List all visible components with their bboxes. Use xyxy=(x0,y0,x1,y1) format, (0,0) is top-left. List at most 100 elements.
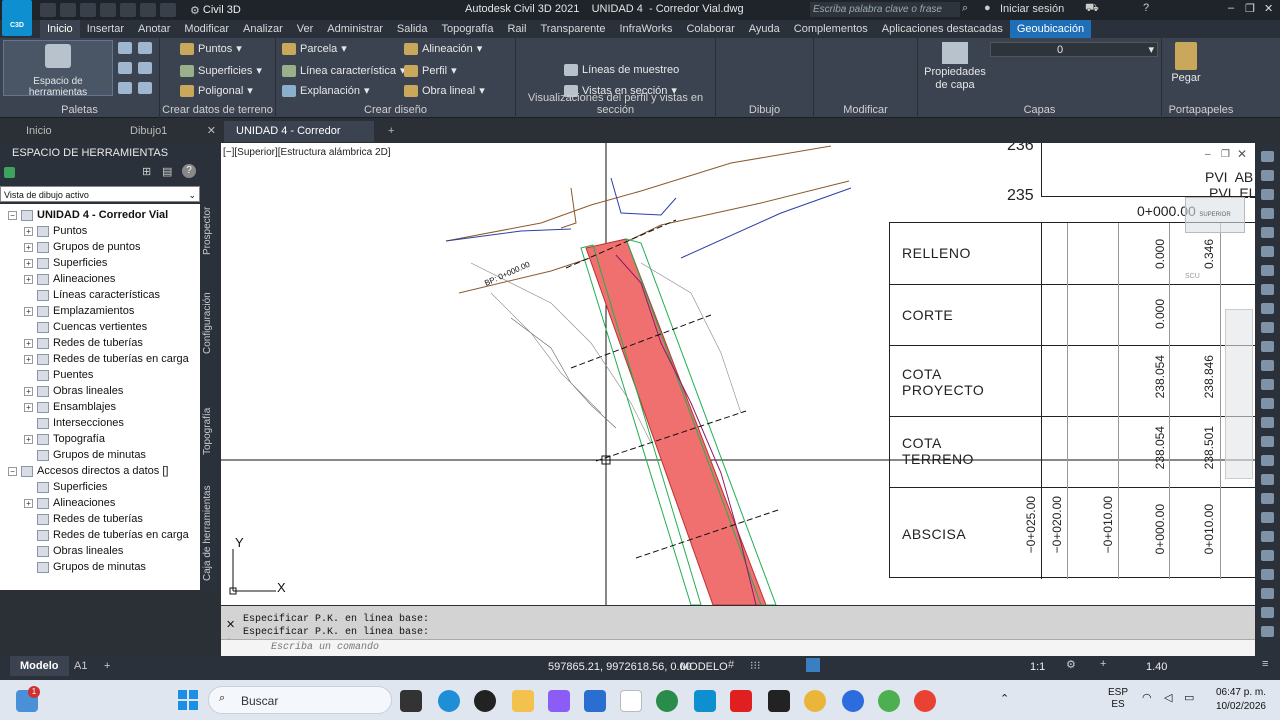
explorer-icon[interactable] xyxy=(512,690,534,712)
ribbon-tab[interactable]: Ver xyxy=(290,20,321,38)
ribbon-tab[interactable]: Topografía xyxy=(435,20,501,38)
tool-strip-icon[interactable] xyxy=(1261,208,1274,219)
tray-chevron-icon[interactable]: ⌃ xyxy=(1000,692,1009,705)
snap-icon[interactable]: ⁝⁝⁝ xyxy=(750,659,761,672)
tool-strip-icon[interactable] xyxy=(1261,284,1274,295)
ribbon-tab[interactable]: Geoubicación xyxy=(1009,20,1092,38)
tool-strip-icon[interactable] xyxy=(1261,303,1274,314)
tool-strip-icon[interactable] xyxy=(1261,531,1274,542)
palette-icon-4[interactable] xyxy=(138,62,152,74)
ribbon-tab[interactable]: Colaborar xyxy=(679,20,741,38)
ribbon-tab[interactable]: Analizar xyxy=(236,20,290,38)
add-layout-button[interactable]: + xyxy=(104,656,110,676)
clock[interactable]: 06:47 p. m. 10/02/2026 xyxy=(1210,686,1266,714)
hierarchy-icon[interactable]: ⊞ xyxy=(142,165,151,178)
panel-title-paletas[interactable]: Paletas xyxy=(0,104,159,116)
tree-node[interactable]: + Puntos xyxy=(0,223,200,239)
wcs-label[interactable]: SCU xyxy=(1185,273,1200,280)
tool-strip-icon[interactable] xyxy=(1261,151,1274,162)
start-icon[interactable] xyxy=(178,690,198,710)
grid-icon[interactable]: # xyxy=(728,659,734,671)
panel-icon[interactable]: ▤ xyxy=(162,165,172,178)
tree-node[interactable]: Intersecciones xyxy=(0,415,200,431)
app-logo[interactable]: C3D xyxy=(2,0,32,36)
scale-label[interactable]: 1:1 xyxy=(1030,661,1045,673)
battery-icon[interactable]: ▭ xyxy=(1184,691,1194,704)
close-tab-icon[interactable]: ✕ xyxy=(207,121,216,142)
explanacion-button[interactable]: Explanación ▾ xyxy=(282,84,369,97)
tree-node[interactable]: Redes de tuberías en carga xyxy=(0,527,200,543)
doc-tab-inicio[interactable]: Inicio xyxy=(0,121,100,142)
tree-node[interactable]: + Obras lineales xyxy=(0,383,200,399)
side-tab[interactable]: Caja de herramientas xyxy=(202,478,218,588)
ribbon-tab[interactable]: Transparente xyxy=(533,20,612,38)
side-tab[interactable]: Configuración xyxy=(202,278,218,368)
chrome-icon[interactable] xyxy=(804,690,826,712)
app-f-icon[interactable] xyxy=(768,690,790,712)
tool-strip-icon[interactable] xyxy=(1261,265,1274,276)
chrome-icon-3[interactable] xyxy=(914,690,936,712)
tab-modelo[interactable]: Modelo xyxy=(10,656,69,676)
expand-toggle-icon[interactable]: + xyxy=(24,306,33,316)
tool-strip-icon[interactable] xyxy=(1261,227,1274,238)
zoom-icon[interactable] xyxy=(842,690,864,712)
palette-green-icon[interactable] xyxy=(4,167,15,178)
tree-node[interactable]: Obras lineales xyxy=(0,543,200,559)
new-icon[interactable] xyxy=(40,3,56,17)
palette-icon-1[interactable] xyxy=(118,42,132,54)
tool-strip-icon[interactable] xyxy=(1261,474,1274,485)
expand-toggle-icon[interactable]: + xyxy=(24,258,33,268)
tool-strip-icon[interactable] xyxy=(1261,341,1274,352)
open-icon[interactable] xyxy=(60,3,76,17)
store-icon[interactable] xyxy=(584,690,606,712)
civil3d-icon[interactable] xyxy=(694,690,716,712)
panel-title-crear-datos[interactable]: Crear datos de terreno xyxy=(160,104,275,116)
new-tab-button[interactable]: + xyxy=(376,121,406,142)
tool-strip-icon[interactable] xyxy=(1261,436,1274,447)
help-icon[interactable]: ? xyxy=(1143,2,1149,14)
tree-node[interactable]: Líneas características xyxy=(0,287,200,303)
tree-node[interactable]: + Alineaciones xyxy=(0,495,200,511)
tool-strip-icon[interactable] xyxy=(1261,322,1274,333)
tool-strip-icon[interactable] xyxy=(1261,398,1274,409)
minimize-button[interactable]: – xyxy=(1228,2,1234,14)
tool-strip-icon[interactable] xyxy=(1261,588,1274,599)
viewport-restore-button[interactable]: ❐ xyxy=(1221,149,1230,160)
tree-node[interactable]: − Accesos directos a datos [] xyxy=(0,463,200,479)
side-tab[interactable]: Topografía xyxy=(202,386,218,476)
tool-strip-icon[interactable] xyxy=(1261,379,1274,390)
tool-strip-icon[interactable] xyxy=(1261,455,1274,466)
palette-icon-3[interactable] xyxy=(118,62,132,74)
expand-toggle-icon[interactable]: + xyxy=(24,242,33,252)
tree-node[interactable]: Puentes xyxy=(0,367,200,383)
lineas-muestreo-button[interactable]: Líneas de muestreo xyxy=(564,64,679,76)
search-input[interactable]: Escriba palabra clave o frase xyxy=(810,2,960,17)
puntos-button[interactable]: Puntos ▾ xyxy=(180,42,242,55)
tree-node[interactable]: + Grupos de puntos xyxy=(0,239,200,255)
poligonal-button[interactable]: Poligonal ▾ xyxy=(180,84,253,97)
expand-toggle-icon[interactable]: + xyxy=(24,338,33,348)
restore-button[interactable]: ❐ xyxy=(1245,2,1255,15)
taskbar-search[interactable]: ⌕ Buscar xyxy=(208,686,392,714)
ortho-icon[interactable] xyxy=(806,658,820,672)
youtube-icon[interactable] xyxy=(730,690,752,712)
expand-toggle-icon[interactable]: + xyxy=(24,434,33,444)
search-icon[interactable]: ⌕ xyxy=(962,2,968,15)
side-tab[interactable]: Prospector xyxy=(202,186,218,276)
expand-toggle-icon[interactable]: + xyxy=(24,386,33,396)
ribbon-tab[interactable]: Inicio xyxy=(40,20,80,38)
wifi-icon[interactable]: ◠ xyxy=(1142,691,1152,704)
ribbon-tab[interactable]: Anotar xyxy=(131,20,177,38)
panel-title-capas[interactable]: Capas xyxy=(918,104,1161,116)
tool-strip-icon[interactable] xyxy=(1261,189,1274,200)
undo-icon[interactable] xyxy=(140,3,156,17)
redo-icon[interactable] xyxy=(160,3,176,17)
drawing-canvas[interactable]: BP: 0+000.00 Y X [−][Superior][Estructur… xyxy=(221,143,1255,605)
tree-node[interactable]: + Ensamblajes xyxy=(0,399,200,415)
viewport-min-button[interactable]: – xyxy=(1205,149,1211,160)
alineacion-button[interactable]: Alineación ▾ xyxy=(404,42,482,55)
expand-toggle-icon[interactable]: + xyxy=(24,226,33,236)
tree-node[interactable]: + Superficies xyxy=(0,255,200,271)
parcela-button[interactable]: Parcela ▾ xyxy=(282,42,347,55)
tab-a1[interactable]: A1 xyxy=(74,656,87,676)
